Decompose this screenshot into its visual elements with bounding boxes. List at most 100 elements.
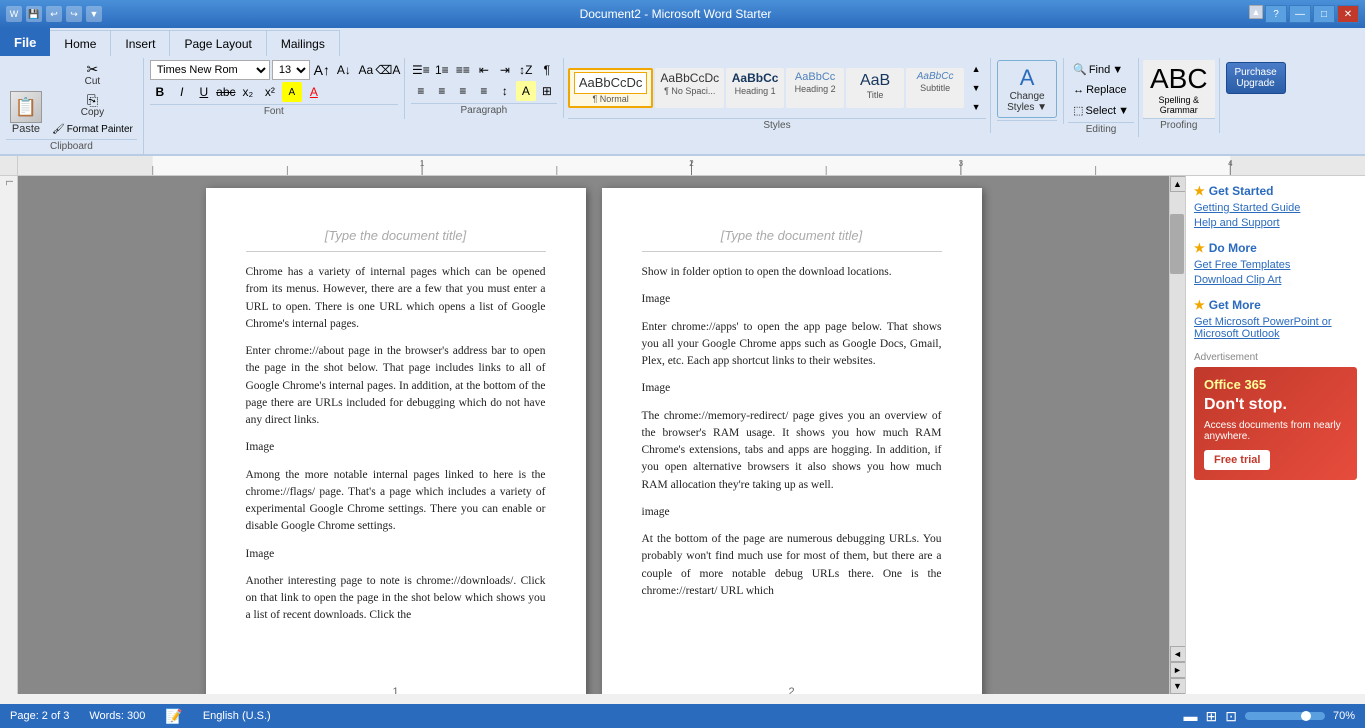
page2-para-2: Enter chrome://apps' to open the app pag…: [642, 319, 942, 371]
powerpoint-outlook-link[interactable]: Get Microsoft PowerPoint or Microsoft Ou…: [1194, 316, 1357, 340]
title-bar-left: W 💾 ↩ ↪ ▼: [6, 6, 102, 22]
clip-art-link[interactable]: Download Clip Art: [1194, 274, 1357, 286]
zoom-thumb[interactable]: [1301, 711, 1311, 721]
help-btn[interactable]: ?: [1265, 5, 1287, 23]
undo-quick-btn[interactable]: ↩: [46, 6, 62, 22]
line-spacing-btn[interactable]: ↕: [495, 81, 515, 101]
text-highlight-btn[interactable]: A: [282, 82, 302, 102]
justify-btn[interactable]: ≡: [474, 81, 494, 101]
style-heading2-label: Heading 2: [795, 84, 836, 94]
scroll-right-btn[interactable]: ►: [1170, 662, 1186, 678]
tab-home[interactable]: Home: [50, 30, 111, 56]
style-nospacing-btn[interactable]: AaBbCcDc ¶ No Spaci...: [655, 68, 724, 108]
page1-body[interactable]: Chrome has a variety of internal pages w…: [246, 264, 546, 625]
numbering-btn[interactable]: 1≡: [432, 60, 452, 80]
customize-quick-btn[interactable]: ▼: [86, 6, 102, 22]
decrease-indent-btn[interactable]: ⇤: [474, 60, 494, 80]
styles-more-btn[interactable]: ▼: [966, 98, 986, 116]
scroll-track[interactable]: [1170, 192, 1185, 646]
select-button[interactable]: ⬚ Select ▼: [1068, 101, 1134, 120]
ruler-svg: 1 2 3 4: [18, 156, 1365, 175]
style-subtitle-btn[interactable]: AaBbCc Subtitle: [906, 68, 964, 108]
change-styles-group: A ChangeStyles ▼: [991, 58, 1064, 124]
redo-quick-btn[interactable]: ↪: [66, 6, 82, 22]
page1-title[interactable]: [Type the document title]: [246, 228, 546, 252]
free-templates-link[interactable]: Get Free Templates: [1194, 259, 1357, 271]
tab-insert[interactable]: Insert: [111, 30, 170, 56]
increase-font-btn[interactable]: A↑: [312, 60, 332, 80]
page2-title[interactable]: [Type the document title]: [642, 228, 942, 252]
superscript-button[interactable]: x²: [260, 82, 280, 102]
left-margin-tab: L: [0, 176, 18, 694]
minimize-btn[interactable]: —: [1289, 5, 1311, 23]
main-area: L [Type the document title] Chrome has a…: [0, 176, 1365, 694]
full-screen-btn[interactable]: ⊞: [1206, 708, 1218, 725]
multilevel-btn[interactable]: ≡≡: [453, 60, 473, 80]
show-para-btn[interactable]: ¶: [537, 60, 557, 80]
help-support-link[interactable]: Help and Support: [1194, 217, 1357, 229]
scroll-thumb[interactable]: [1170, 214, 1184, 274]
tab-file[interactable]: File: [0, 28, 50, 56]
change-case-btn[interactable]: Aa: [356, 60, 376, 80]
word-icon: W: [6, 6, 22, 22]
italic-button[interactable]: I: [172, 82, 192, 102]
increase-indent-btn[interactable]: ⇥: [495, 60, 515, 80]
copy-button[interactable]: ⎘ Copy: [48, 91, 137, 120]
change-styles-button[interactable]: A ChangeStyles ▼: [997, 60, 1057, 118]
styles-down-btn[interactable]: ▼: [966, 79, 986, 97]
zoom-slider[interactable]: [1245, 712, 1325, 720]
page1-image-1: Image: [246, 546, 546, 563]
web-layout-btn[interactable]: ⊡: [1225, 708, 1237, 725]
document-area[interactable]: [Type the document title] Chrome has a v…: [18, 176, 1169, 694]
strikethrough-button[interactable]: abc: [216, 82, 236, 102]
clipboard-content: 📋 Paste ✂ Cut ⎘ Copy 🖌 Format Painter: [6, 60, 137, 137]
font-color-btn[interactable]: A: [304, 82, 324, 102]
decrease-font-btn[interactable]: A↓: [334, 60, 354, 80]
bullets-btn[interactable]: ☰≡: [411, 60, 431, 80]
cut-button[interactable]: ✂ Cut: [48, 60, 137, 89]
bold-button[interactable]: B: [150, 82, 170, 102]
align-left-btn[interactable]: ≡: [411, 81, 431, 101]
font-bottom-row: B I U abc x₂ x² A A: [150, 82, 398, 102]
scroll-left-btn[interactable]: ◄: [1170, 646, 1186, 662]
format-painter-button[interactable]: 🖌 Format Painter: [48, 122, 137, 137]
styles-up-btn[interactable]: ▲: [966, 60, 986, 78]
font-name-select[interactable]: Times New Rom: [150, 60, 270, 80]
paragraph-group: ☰≡ 1≡ ≡≡ ⇤ ⇥ ↕Z ¶ ≡ ≡ ≡ ≡ ↕ A ⊞: [405, 58, 564, 118]
paste-button[interactable]: 📋 Paste: [6, 89, 46, 137]
tab-page-layout[interactable]: Page Layout: [170, 30, 266, 56]
purchase-upgrade-button[interactable]: PurchaseUpgrade: [1226, 62, 1286, 94]
font-size-select[interactable]: 13.5: [272, 60, 310, 80]
save-quick-btn[interactable]: 💾: [26, 6, 42, 22]
tab-mailings[interactable]: Mailings: [267, 30, 340, 56]
spelling-button[interactable]: ABC Spelling &Grammar: [1143, 60, 1215, 118]
print-layout-btn[interactable]: ▬: [1184, 708, 1198, 724]
borders-btn[interactable]: ⊞: [537, 81, 557, 101]
do-more-section: ★ Do More Get Free Templates Download Cl…: [1194, 241, 1357, 286]
page2-body[interactable]: Show in folder option to open the downlo…: [642, 264, 942, 600]
style-heading1-btn[interactable]: AaBbCc Heading 1: [726, 68, 784, 108]
style-heading2-btn[interactable]: AaBbCc Heading 2: [786, 68, 844, 108]
free-trial-button[interactable]: Free trial: [1204, 450, 1270, 470]
maximize-btn[interactable]: □: [1313, 5, 1335, 23]
do-more-star-icon: ★: [1194, 241, 1205, 255]
clear-format-btn[interactable]: ⌫A: [378, 60, 398, 80]
scroll-up-btn[interactable]: ▲: [1170, 176, 1186, 192]
page1-para-3: Among the more notable internal pages li…: [246, 467, 546, 536]
replace-button[interactable]: ↔ Replace: [1068, 81, 1134, 99]
close-btn[interactable]: ✕: [1337, 5, 1359, 23]
language-status[interactable]: English (U.S.): [203, 710, 271, 722]
scroll-down-btn[interactable]: ▼: [1170, 678, 1186, 694]
subscript-button[interactable]: x₂: [238, 82, 258, 102]
align-right-btn[interactable]: ≡: [453, 81, 473, 101]
shading-btn[interactable]: A: [516, 81, 536, 101]
find-button[interactable]: 🔍 Find ▼: [1068, 60, 1134, 79]
sort-btn[interactable]: ↕Z: [516, 60, 536, 80]
ribbon-collapse-btn[interactable]: ▲: [1249, 5, 1263, 19]
align-center-btn[interactable]: ≡: [432, 81, 452, 101]
vertical-scrollbar[interactable]: ▲ ◄ ► ▼: [1169, 176, 1185, 694]
underline-button[interactable]: U: [194, 82, 214, 102]
style-title-btn[interactable]: AaB Title: [846, 68, 904, 108]
getting-started-guide-link[interactable]: Getting Started Guide: [1194, 202, 1357, 214]
style-normal-btn[interactable]: AaBbCcDc ¶ Normal: [568, 68, 654, 108]
